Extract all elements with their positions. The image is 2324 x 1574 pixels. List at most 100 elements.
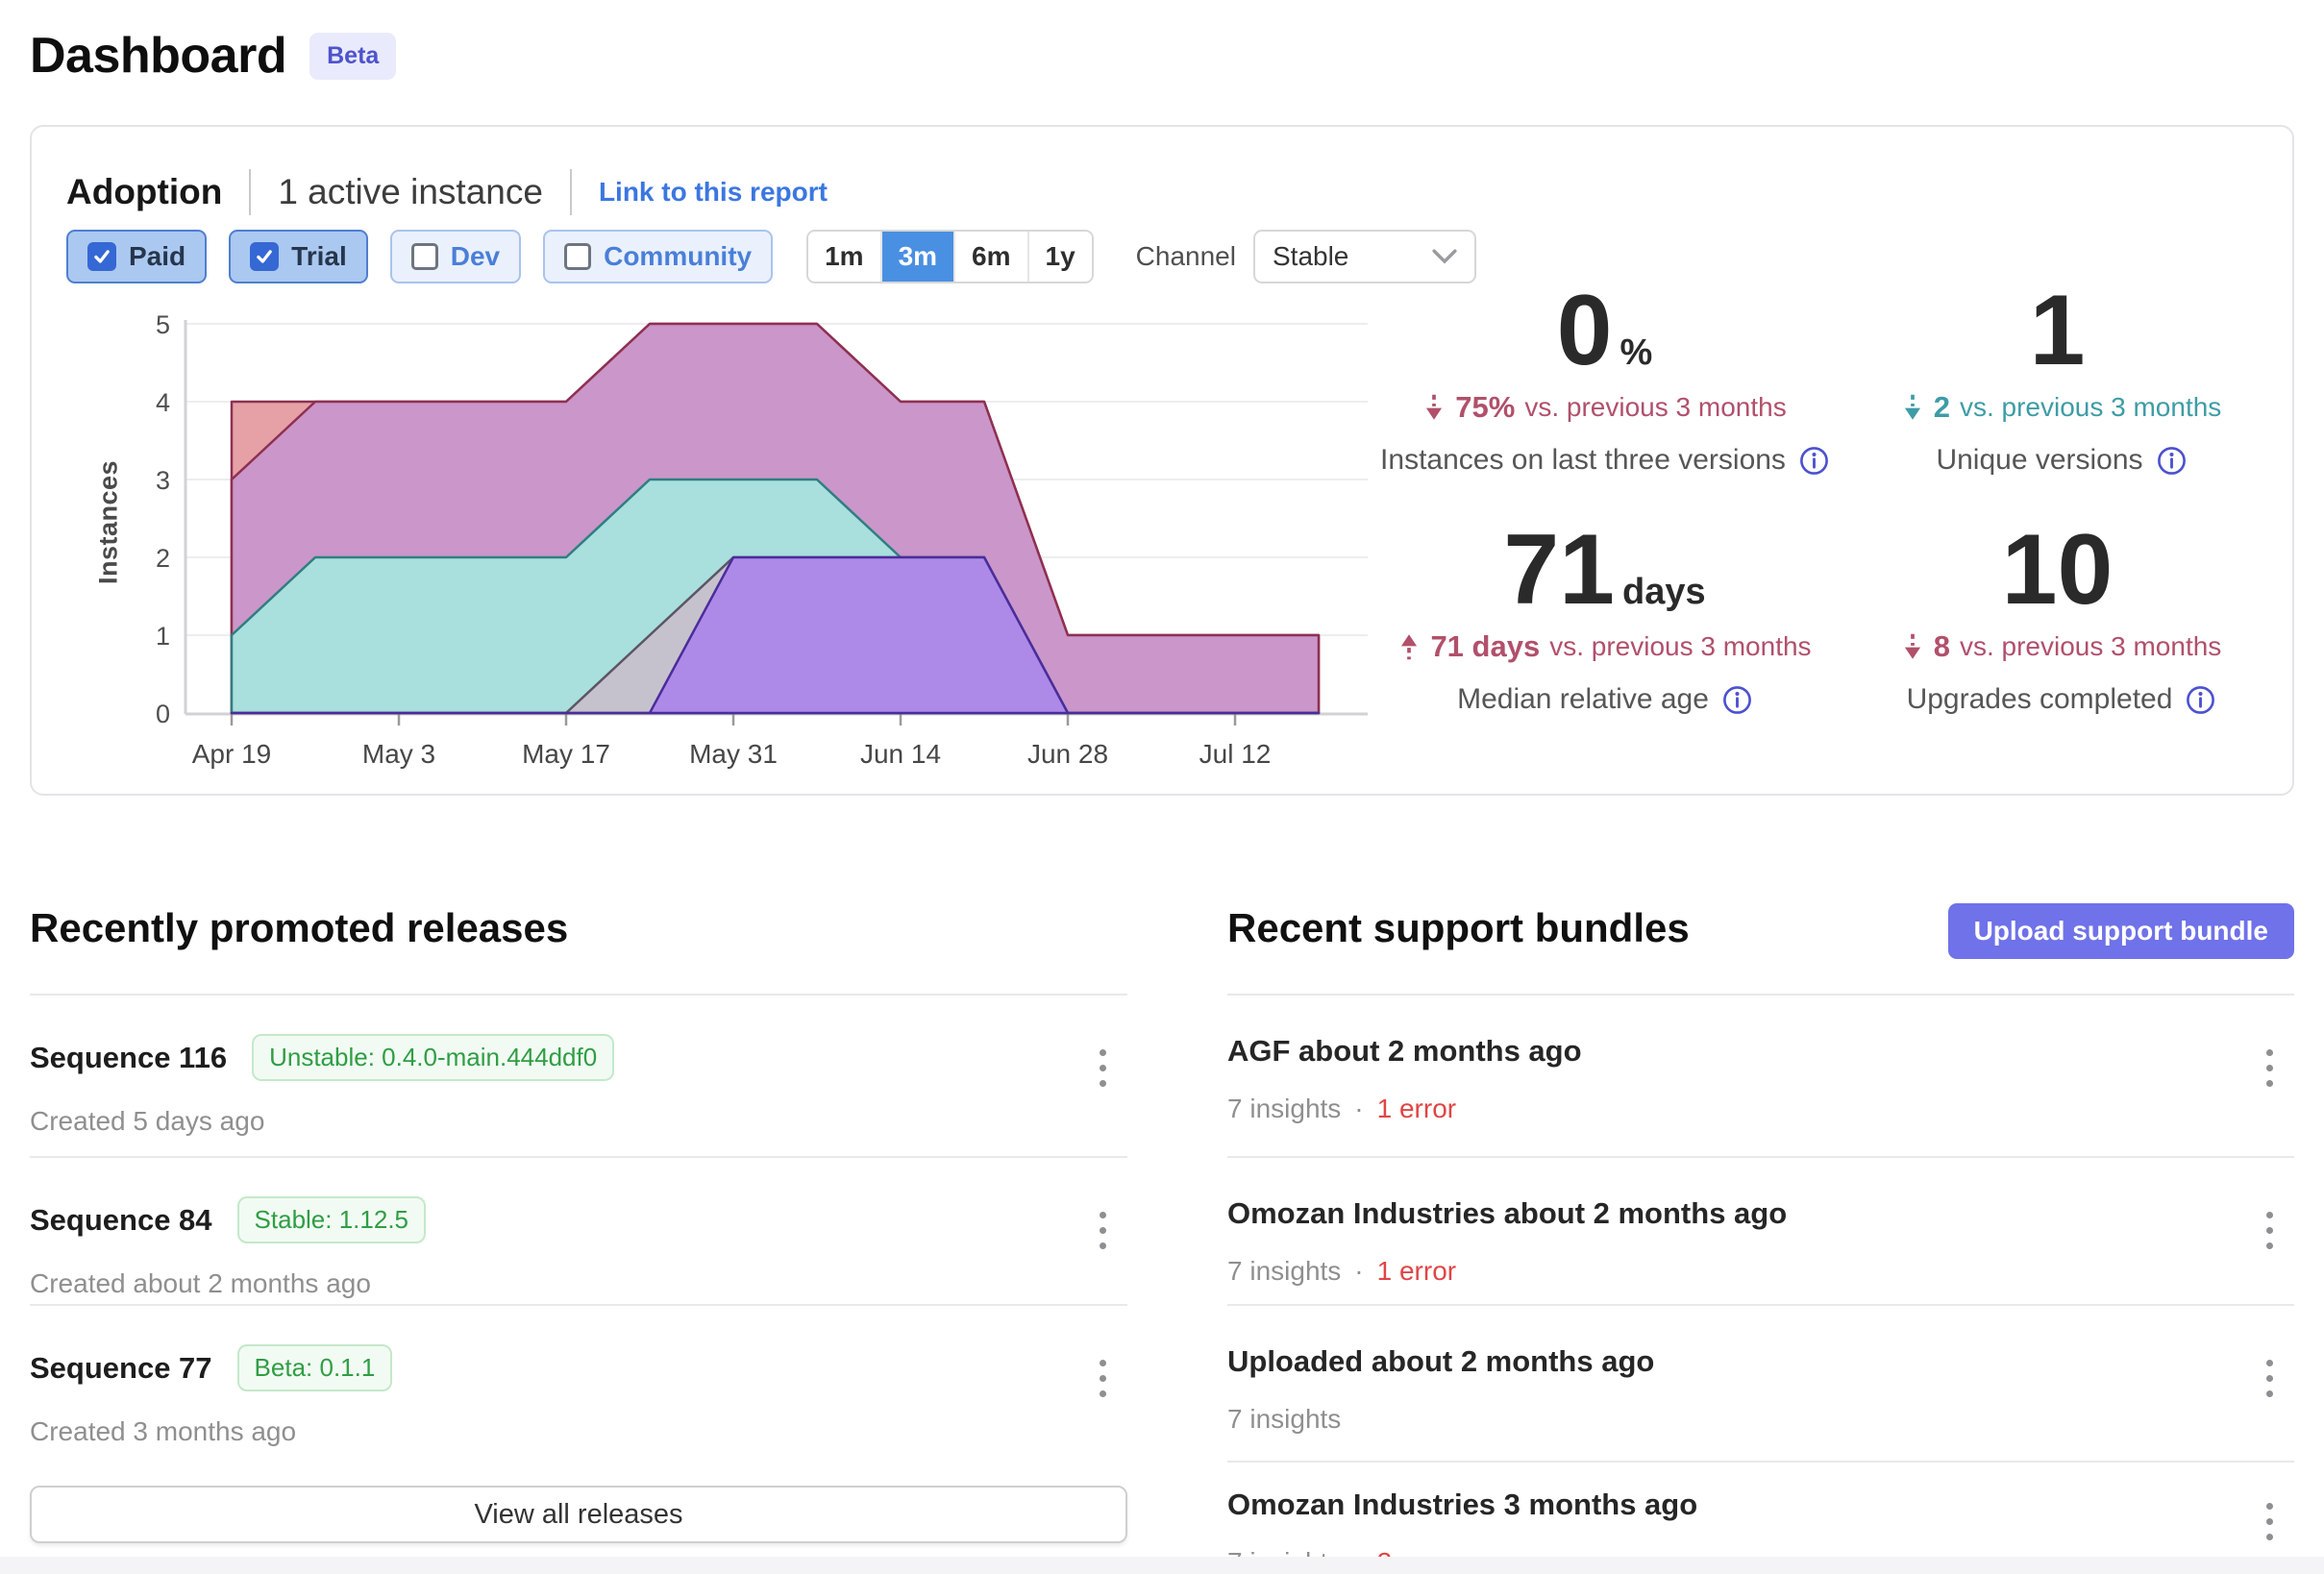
trend-down-icon bbox=[1901, 632, 1924, 661]
adoption-title: Adoption bbox=[66, 172, 222, 212]
release-title: Sequence 77 bbox=[30, 1351, 212, 1386]
svg-text:0: 0 bbox=[156, 700, 170, 728]
filter-trial[interactable]: Trial bbox=[229, 230, 368, 283]
info-icon[interactable] bbox=[2186, 685, 2215, 715]
stat-value: 71days bbox=[1376, 520, 1833, 620]
kebab-menu-icon[interactable] bbox=[2248, 1346, 2290, 1410]
bundles-section-header: Recent support bundles bbox=[1227, 905, 1690, 951]
bundle-row[interactable]: AGF about 2 months ago 7 insights · 1 er… bbox=[1227, 994, 2294, 1156]
info-icon[interactable] bbox=[1722, 685, 1752, 715]
bundle-title: Omozan Industries about 2 months ago bbox=[1227, 1196, 1787, 1231]
release-version-badge: Beta: 0.1.1 bbox=[237, 1344, 393, 1391]
stat-unique-versions: 1 2vs. previous 3 months Unique versions bbox=[1833, 281, 2289, 477]
svg-text:4: 4 bbox=[156, 388, 170, 417]
adoption-card-header: Adoption 1 active instance Link to this … bbox=[66, 169, 828, 215]
stat-delta: 2vs. previous 3 months bbox=[1833, 390, 2289, 425]
bundle-title: AGF about 2 months ago bbox=[1227, 1034, 1582, 1069]
bundle-row[interactable]: Uploaded about 2 months ago 7 insights bbox=[1227, 1304, 2294, 1461]
stat-label: Instances on last three versions bbox=[1376, 444, 1833, 477]
kebab-menu-icon[interactable] bbox=[1081, 1346, 1124, 1410]
release-title: Sequence 116 bbox=[30, 1041, 227, 1075]
filter-label: Dev bbox=[451, 241, 500, 272]
releases-section-header: Recently promoted releases bbox=[30, 905, 568, 951]
filter-paid[interactable]: Paid bbox=[66, 230, 207, 283]
chevron-down-icon bbox=[1432, 249, 1457, 264]
adoption-card: Adoption 1 active instance Link to this … bbox=[30, 125, 2294, 796]
stat-value: 1 bbox=[1833, 281, 2289, 381]
kebab-menu-icon[interactable] bbox=[2248, 1198, 2290, 1262]
upload-support-bundle-button[interactable]: Upload support bundle bbox=[1948, 903, 2294, 959]
stat-delta: 75%vs. previous 3 months bbox=[1376, 390, 1833, 425]
filter-label: Paid bbox=[129, 241, 185, 272]
filter-label: Community bbox=[604, 241, 752, 272]
info-icon[interactable] bbox=[2157, 446, 2187, 476]
stat-delta: 71 daysvs. previous 3 months bbox=[1376, 629, 1833, 664]
checkbox-unchecked-icon bbox=[411, 243, 438, 270]
svg-text:Jun 14: Jun 14 bbox=[860, 739, 941, 769]
channel-select[interactable]: Stable bbox=[1253, 230, 1476, 283]
range-1y[interactable]: 1y bbox=[1027, 232, 1092, 282]
page-header: Dashboard Beta bbox=[30, 27, 396, 85]
checkbox-checked-icon bbox=[87, 242, 116, 271]
bundle-insights: 7 insights bbox=[1227, 1256, 1341, 1287]
bundles-heading: Recent support bundles bbox=[1227, 905, 1690, 951]
divider bbox=[570, 169, 572, 215]
separator: · bbox=[1354, 1094, 1363, 1124]
svg-text:May 31: May 31 bbox=[689, 739, 778, 769]
kebab-menu-icon[interactable] bbox=[1081, 1036, 1124, 1099]
beta-badge: Beta bbox=[309, 33, 396, 80]
stat-instances-last-three-versions: 0% 75%vs. previous 3 months Instances on… bbox=[1376, 281, 1833, 477]
filter-community[interactable]: Community bbox=[543, 230, 773, 283]
range-3m[interactable]: 3m bbox=[880, 232, 953, 282]
release-version-badge: Stable: 1.12.5 bbox=[237, 1196, 426, 1243]
release-created: Created 3 months ago bbox=[30, 1416, 296, 1447]
svg-text:Jun 28: Jun 28 bbox=[1027, 739, 1108, 769]
release-row: Sequence 116 Unstable: 0.4.0-main.444ddf… bbox=[30, 994, 1127, 1156]
stat-value: 0% bbox=[1376, 281, 1833, 381]
bundle-title: Omozan Industries 3 months ago bbox=[1227, 1488, 1697, 1522]
page-title: Dashboard bbox=[30, 27, 286, 85]
adoption-filters: Paid Trial Dev Community 1m 3m 6m 1y Cha… bbox=[66, 229, 1476, 284]
kebab-menu-icon[interactable] bbox=[2248, 1036, 2290, 1099]
stat-label: Unique versions bbox=[1833, 444, 2289, 477]
link-to-report[interactable]: Link to this report bbox=[599, 177, 828, 208]
adoption-stats: 0% 75%vs. previous 3 months Instances on… bbox=[1376, 281, 2289, 716]
range-6m[interactable]: 6m bbox=[953, 232, 1026, 282]
release-created: Created 5 days ago bbox=[30, 1106, 264, 1137]
trend-down-icon bbox=[1901, 393, 1924, 422]
kebab-menu-icon[interactable] bbox=[1081, 1198, 1124, 1262]
kebab-menu-icon[interactable] bbox=[2248, 1489, 2290, 1553]
active-instance-count: 1 active instance bbox=[278, 172, 543, 212]
time-range-group: 1m 3m 6m 1y bbox=[806, 230, 1094, 283]
svg-text:1: 1 bbox=[156, 622, 170, 651]
release-version-badge: Unstable: 0.4.0-main.444ddf0 bbox=[252, 1034, 614, 1081]
trend-up-icon bbox=[1397, 632, 1421, 661]
channel-selected-value: Stable bbox=[1273, 241, 1348, 272]
releases-heading: Recently promoted releases bbox=[30, 905, 568, 951]
release-row: Sequence 77 Beta: 0.1.1 Created 3 months… bbox=[30, 1304, 1127, 1460]
info-icon[interactable] bbox=[1799, 446, 1829, 476]
bundle-errors: 1 error bbox=[1377, 1256, 1456, 1287]
channel-label: Channel bbox=[1136, 241, 1236, 272]
bundles-list: AGF about 2 months ago 7 insights · 1 er… bbox=[1227, 994, 2294, 1574]
svg-text:Jul 12: Jul 12 bbox=[1199, 739, 1272, 769]
trend-down-icon bbox=[1422, 393, 1446, 422]
checkbox-unchecked-icon bbox=[564, 243, 591, 270]
separator: · bbox=[1354, 1256, 1363, 1287]
svg-text:May 17: May 17 bbox=[522, 739, 610, 769]
page-bottom-band bbox=[0, 1557, 2324, 1574]
stat-label: Upgrades completed bbox=[1833, 683, 2289, 716]
svg-text:3: 3 bbox=[156, 466, 170, 495]
stat-label: Median relative age bbox=[1376, 683, 1833, 716]
release-title: Sequence 84 bbox=[30, 1203, 212, 1238]
release-row: Sequence 84 Stable: 1.12.5 Created about… bbox=[30, 1156, 1127, 1304]
view-all-releases-button[interactable]: View all releases bbox=[30, 1486, 1127, 1543]
svg-text:May 3: May 3 bbox=[362, 739, 435, 769]
svg-text:Apr 19: Apr 19 bbox=[192, 739, 272, 769]
stat-median-relative-age: 71days 71 daysvs. previous 3 months Medi… bbox=[1376, 520, 1833, 716]
range-1m[interactable]: 1m bbox=[808, 232, 879, 282]
bundle-row[interactable]: Omozan Industries about 2 months ago 7 i… bbox=[1227, 1156, 2294, 1304]
bundle-insights: 7 insights bbox=[1227, 1094, 1341, 1124]
filter-dev[interactable]: Dev bbox=[390, 230, 521, 283]
adoption-area-chart: 012345Apr 19May 3May 17May 31Jun 14Jun 2… bbox=[91, 314, 1384, 774]
